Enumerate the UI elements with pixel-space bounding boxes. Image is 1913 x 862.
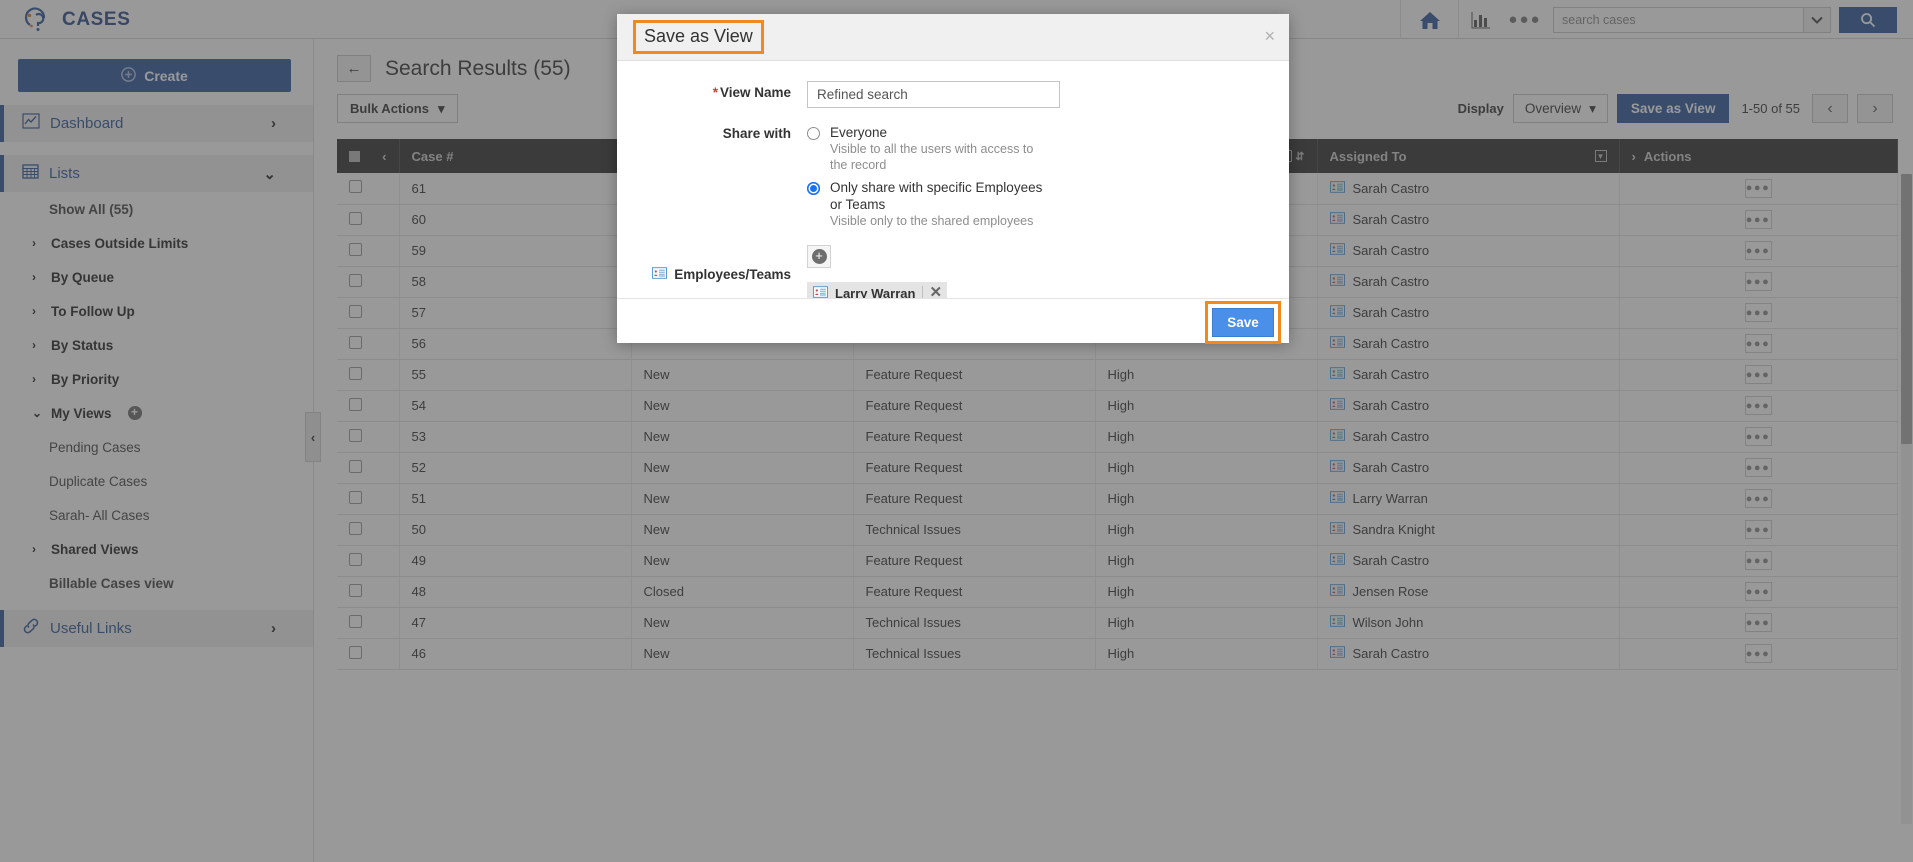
save-as-view-dialog: Save as View × *View Name Share with Eve… [617, 14, 1289, 344]
app-root: CASES ●●● [0, 0, 1913, 862]
label-text: View Name [719, 85, 791, 100]
view-name-input[interactable] [807, 81, 1060, 108]
option-description: Visible only to the shared employees [830, 214, 1034, 228]
dialog-footer: Save [617, 298, 1289, 344]
contact-card-icon [652, 267, 668, 282]
plus-circle-icon: + [811, 249, 827, 264]
required-asterisk: * [712, 85, 718, 100]
view-name-label: * View Name [617, 81, 807, 108]
option-description: Visible to all the users with access to … [830, 142, 1034, 172]
close-icon[interactable]: × [1264, 26, 1275, 47]
employees-teams-field: + Larry Warran ✕ [807, 245, 948, 304]
dialog-header: Save as View × [617, 14, 1289, 61]
view-name-row: * View Name [617, 81, 1289, 108]
share-option-specific[interactable]: Only share with specific Employees or Te… [807, 179, 1045, 229]
dialog-body: *View Name Share with Everyone Visible t… [617, 61, 1289, 304]
label-text: Employees/Teams [674, 267, 791, 282]
share-with-options: Everyone Visible to all the users with a… [807, 122, 1045, 231]
save-button[interactable]: Save [1212, 308, 1274, 337]
radio-specific-employees[interactable] [807, 182, 820, 195]
add-employee-button[interactable]: + [807, 245, 831, 268]
dialog-title: Save as View [633, 20, 764, 54]
share-with-row: Share with Everyone Visible to all the u… [617, 122, 1289, 231]
option-label: Only share with specific Employees or Te… [830, 180, 1043, 212]
employees-teams-row: Employees/Teams + Larry Warran ✕ [617, 245, 1289, 304]
radio-everyone[interactable] [807, 127, 820, 140]
share-with-label: Share with [722, 126, 791, 141]
share-option-everyone[interactable]: Everyone Visible to all the users with a… [807, 124, 1045, 173]
save-button-highlight: Save [1205, 301, 1281, 344]
option-label: Everyone [830, 125, 888, 140]
employees-teams-label: Employees/Teams [617, 245, 807, 304]
